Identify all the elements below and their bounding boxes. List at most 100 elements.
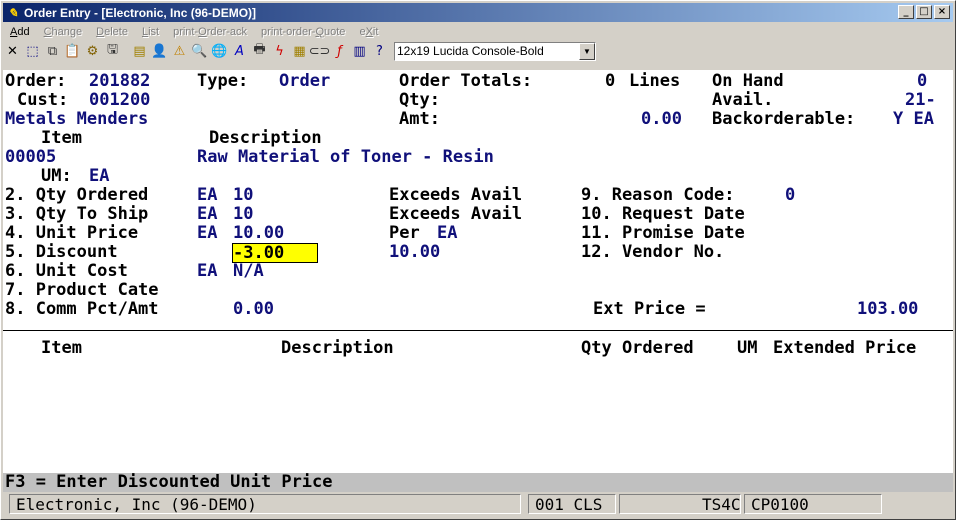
maximize-button[interactable]: □ — [916, 5, 932, 19]
discount-input[interactable]: -3.00 — [232, 243, 318, 263]
unit-price-um: EA — [197, 223, 218, 243]
item-value: 00005 — [5, 147, 57, 167]
comm-label: 8. Comm Pct/Amt — [5, 299, 159, 319]
unit-cost-value: N/A — [233, 261, 264, 281]
status-program: CP0100 — [744, 494, 882, 514]
function-icon[interactable]: ƒ — [330, 41, 349, 61]
type-label: Type: — [197, 71, 249, 91]
lines-label: Lines — [629, 71, 681, 91]
menu-bar: Add Change Delete List print-Order-ack p… — [3, 23, 385, 40]
window-controls: _ □ × — [898, 5, 950, 19]
unit-cost-label: 6. Unit Cost — [5, 261, 128, 281]
type-value: Order — [279, 71, 331, 91]
qty-ordered-label: 2. Qty Ordered — [5, 185, 149, 205]
gear-icon[interactable]: ⚙ — [83, 41, 102, 61]
grid-header-um: UM — [737, 338, 758, 358]
note-icon[interactable]: ▤ — [130, 41, 149, 61]
unit-price-label: 4. Unit Price — [5, 223, 139, 243]
vendor-no-label: 12. Vendor No. — [581, 242, 725, 262]
order-label: Order: — [5, 71, 67, 91]
menu-list[interactable]: List — [135, 23, 166, 40]
backorderable-label: Backorderable: — [712, 109, 856, 129]
print-icon[interactable]: 🖶 — [250, 41, 269, 61]
discounted-price: 10.00 — [389, 242, 441, 262]
minimize-button[interactable]: _ — [898, 5, 914, 19]
qty-ordered-note: Exceeds Avail — [389, 185, 523, 205]
toolbar: ✕ ⬚ ⧉ 📋 ⚙ 🖫 ▤ 👤 ⚠ 🔍 🌐 A 🖶 ϟ ▦ ⊂⊃ ƒ ▥ ? 1… — [3, 40, 596, 62]
grid-header-item: Item — [41, 338, 82, 358]
calc-icon[interactable]: ▦ — [290, 41, 309, 61]
function-key-hint: F3 = Enter Discounted Unit Price — [3, 473, 953, 492]
cust-value: 001200 — [89, 90, 151, 110]
window-title: Order Entry - [Electronic, Inc (96-DEMO)… — [24, 5, 257, 20]
item-header: Item — [41, 128, 82, 148]
status-terminal: TS4CLS — [619, 494, 741, 514]
paste-icon[interactable]: 📋 — [63, 41, 82, 61]
reason-code-label: 9. Reason Code: — [581, 185, 735, 205]
unit-cost-um: EA — [197, 261, 218, 281]
product-cate-label: 7. Product Cate — [5, 280, 159, 300]
run-icon[interactable]: 🌐 — [210, 41, 229, 61]
order-totals-label: Order Totals: — [399, 71, 533, 91]
customer-name: Metals Menders — [5, 109, 149, 129]
font-select-value: 12x19 Lucida Console-Bold — [397, 44, 544, 58]
grid-header-extended-price: Extended Price — [773, 338, 917, 358]
comm-value[interactable]: 0.00 — [233, 300, 274, 319]
status-bar: Electronic, Inc (96-DEMO) 001 CLS TS4CLS… — [3, 493, 953, 517]
qty-to-ship-value[interactable]: 10 — [233, 205, 253, 224]
terminal-screen: Order: 201882 Type: Order Order Totals: … — [3, 70, 953, 473]
order-entry-window: ✎ Order Entry - [Electronic, Inc (96-DEM… — [0, 0, 956, 520]
menu-print-order-quote[interactable]: print-order-Quote — [254, 23, 352, 40]
menu-add[interactable]: Add — [3, 23, 37, 40]
qty-ordered-um: EA — [197, 185, 218, 205]
description-value: Raw Material of Toner - Resin — [197, 147, 494, 167]
select-icon[interactable]: ⬚ — [23, 41, 42, 61]
list-icon[interactable]: ▥ — [350, 41, 369, 61]
per-value: EA — [437, 223, 458, 243]
reason-code-value[interactable]: 0 — [785, 186, 795, 205]
qty-to-ship-note: Exceeds Avail — [389, 204, 523, 224]
avail-value: 21- — [905, 90, 936, 110]
font-icon[interactable]: A — [230, 41, 249, 61]
qty-ordered-value[interactable]: 10 — [233, 186, 253, 205]
ext-price-label: Ext Price = — [593, 299, 706, 319]
description-header: Description — [209, 128, 322, 148]
um-value: EA — [89, 166, 110, 186]
screen-icon[interactable]: 🖫 — [103, 41, 122, 61]
menu-exit[interactable]: eXit — [352, 23, 385, 40]
amt-value: 0.00 — [641, 109, 682, 129]
per-label: Per — [389, 223, 420, 243]
chevron-down-icon[interactable]: ▼ — [579, 42, 595, 60]
menu-print-order-ack[interactable]: print-Order-ack — [166, 23, 254, 40]
menu-change[interactable]: Change — [37, 23, 90, 40]
font-select[interactable]: 12x19 Lucida Console-Bold ▼ — [394, 41, 596, 61]
copy-icon[interactable]: ⧉ — [43, 41, 62, 61]
discount-label: 5. Discount — [5, 242, 118, 262]
avail-label: Avail. — [712, 90, 774, 110]
help-icon[interactable]: ? — [370, 41, 389, 61]
qty-to-ship-label: 3. Qty To Ship — [5, 204, 149, 224]
lookup-icon[interactable]: 👤 — [150, 41, 169, 61]
title-bar: ✎ Order Entry - [Electronic, Inc (96-DEM… — [3, 3, 953, 22]
cust-label: Cust: — [17, 90, 69, 110]
on-hand-label: On Hand — [712, 71, 784, 91]
ext-price-value: 103.00 — [857, 299, 919, 319]
unit-price-value[interactable]: 10.00 — [233, 224, 284, 243]
link-icon[interactable]: ⊂⊃ — [309, 41, 331, 61]
alert-icon[interactable]: ⚠ — [170, 41, 189, 61]
qty-label: Qty: — [399, 90, 440, 110]
app-icon: ✎ — [7, 5, 19, 20]
on-hand-value: 0 — [917, 71, 928, 91]
search-icon[interactable]: 🔍 — [190, 41, 209, 61]
menu-delete[interactable]: Delete — [89, 23, 135, 40]
close-button[interactable]: × — [934, 5, 950, 19]
status-company: Electronic, Inc (96-DEMO) — [9, 494, 521, 514]
grid-header-description: Description — [281, 338, 394, 358]
order-value: 201882 — [89, 71, 151, 91]
backorderable-value: Y EA — [893, 109, 934, 129]
lines-value: 0 — [605, 71, 616, 91]
lightning-icon[interactable]: ϟ — [270, 41, 289, 61]
status-location: 001 CLS — [528, 494, 616, 514]
close-icon[interactable]: ✕ — [3, 41, 22, 61]
um-label: UM: — [41, 166, 72, 186]
